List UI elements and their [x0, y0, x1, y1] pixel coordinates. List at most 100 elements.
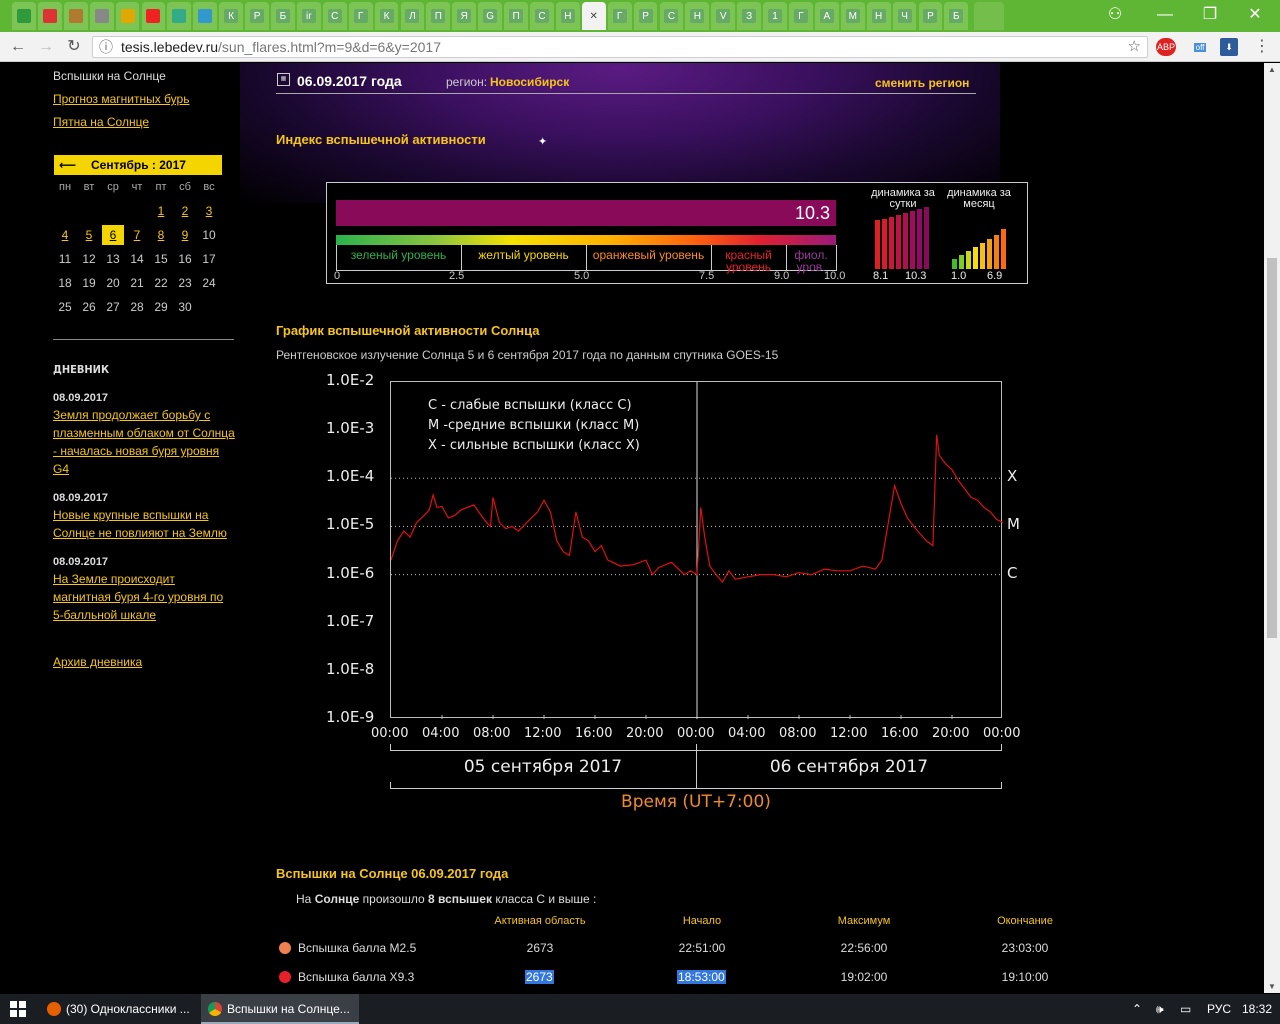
- calendar-day: 25: [58, 300, 72, 314]
- calendar-day: 12: [82, 252, 96, 266]
- scale-tick-label: 0: [334, 270, 341, 282]
- taskbar-item-label: (30) Одноклассники ...: [66, 1002, 190, 1016]
- browser-tab[interactable]: V: [711, 2, 736, 30]
- browser-tab[interactable]: [115, 2, 140, 30]
- flares-column-header: Окончание: [997, 915, 1053, 927]
- browser-tab[interactable]: Г: [348, 2, 373, 30]
- back-icon[interactable]: ←: [8, 37, 28, 57]
- calendar-day[interactable]: 3: [198, 201, 220, 221]
- new-tab-button[interactable]: [974, 2, 1005, 30]
- diary-link[interactable]: На Земле происходит магнитная буря 4-го …: [53, 570, 229, 624]
- calendar-day: 22: [154, 276, 168, 290]
- menu-icon[interactable]: ⋮: [1252, 37, 1272, 57]
- info-icon[interactable]: ⓘ: [99, 37, 113, 57]
- browser-tab[interactable]: Б: [944, 2, 969, 30]
- tab-favicon: П: [431, 9, 446, 23]
- browser-tab[interactable]: G: [478, 2, 503, 30]
- flares-title: Вспышки на Солнце 06.09.2017 года: [276, 866, 509, 881]
- prev-month-arrow-icon[interactable]: ⟵: [59, 155, 76, 175]
- browser-tab[interactable]: К: [219, 2, 244, 30]
- browser-tab[interactable]: [12, 2, 36, 30]
- flare-end: 23:03:00: [1001, 941, 1049, 955]
- close-window-button[interactable]: ✕: [1240, 4, 1270, 26]
- browser-tab[interactable]: [37, 2, 62, 30]
- calendar-day[interactable]: 4: [54, 225, 76, 245]
- browser-tab[interactable]: П: [504, 2, 528, 30]
- calendar-day[interactable]: 1: [150, 201, 172, 221]
- calendar-day[interactable]: 8: [150, 225, 172, 245]
- diary-link[interactable]: Земля продолжает борьбу с плазменным обл…: [53, 406, 238, 478]
- close-tab-icon[interactable]: ✕: [587, 9, 601, 23]
- browser-tab[interactable]: Ч: [892, 2, 917, 30]
- browser-tab[interactable]: Н: [866, 2, 891, 30]
- browser-tab[interactable]: Я: [452, 2, 477, 30]
- tab-favicon: 1: [768, 9, 783, 23]
- browser-tab[interactable]: 1: [763, 2, 787, 30]
- taskbar-item-chrome[interactable]: Вспышки на Солнце...: [201, 994, 359, 1024]
- scrollbar-thumb[interactable]: [1267, 258, 1277, 638]
- browser-tab[interactable]: [193, 2, 218, 30]
- network-icon[interactable]: ▭: [1180, 994, 1191, 1024]
- adblock-extension-icon[interactable]: ABP: [1156, 38, 1176, 56]
- sidebar-link-sunspots[interactable]: Пятна на Солнце: [53, 115, 149, 129]
- legend-item: C - слабые вспышки (класс C): [428, 398, 632, 413]
- reload-icon[interactable]: ↻: [64, 37, 84, 57]
- browser-tab[interactable]: ir: [296, 2, 321, 30]
- browser-tab[interactable]: Б: [271, 2, 295, 30]
- browser-tab[interactable]: С: [322, 2, 347, 30]
- forward-icon[interactable]: →: [36, 37, 56, 57]
- y-tick-label: 1.0E-7: [326, 611, 375, 630]
- browser-tab[interactable]: М: [840, 2, 865, 30]
- browser-tab[interactable]: Г: [789, 2, 813, 30]
- browser-tab[interactable]: К: [374, 2, 399, 30]
- browser-tab[interactable]: Н: [685, 2, 710, 30]
- browser-tab[interactable]: Г: [607, 2, 632, 30]
- diary-archive-link[interactable]: Архив дневника: [53, 655, 142, 669]
- region-value: Новосибирск: [490, 75, 570, 89]
- account-icon[interactable]: ⚇: [1100, 4, 1130, 26]
- url-input[interactable]: ⓘ tesis.lebedev.ru/sun_flares.html?m=9&d…: [92, 36, 1148, 58]
- scroll-up-arrow[interactable]: ▲: [1268, 65, 1276, 74]
- sidebar-link-magnetic-forecast[interactable]: Прогноз магнитных бурь: [53, 92, 189, 106]
- calendar-day[interactable]: 6: [102, 225, 124, 245]
- flare-region: 2673: [525, 970, 554, 984]
- browser-tab[interactable]: [141, 2, 166, 30]
- browser-tab[interactable]: Н: [555, 2, 580, 30]
- browser-tab[interactable]: П: [426, 2, 451, 30]
- browser-tab[interactable]: С: [530, 2, 554, 30]
- browser-tab[interactable]: [167, 2, 192, 30]
- restore-button[interactable]: ❐: [1195, 4, 1225, 26]
- page-scrollbar[interactable]: ▲ ▼: [1264, 63, 1280, 993]
- browser-tab[interactable]: А: [814, 2, 839, 30]
- dynamics-month-max: 6.9: [987, 270, 1003, 282]
- dynamics-bar: [896, 215, 901, 269]
- volume-icon[interactable]: 🕪: [1156, 994, 1164, 1024]
- bookmark-star-icon[interactable]: ☆: [1128, 37, 1141, 57]
- browser-tab[interactable]: Р: [918, 2, 943, 30]
- browser-tab[interactable]: Р: [633, 2, 658, 30]
- calendar-day[interactable]: 5: [78, 225, 100, 245]
- tab-favicon: Б: [275, 9, 290, 23]
- calendar-day[interactable]: 7: [126, 225, 148, 245]
- browser-tab[interactable]: З: [737, 2, 762, 30]
- browser-tab[interactable]: Л: [400, 2, 425, 30]
- browser-tab[interactable]: С: [659, 2, 684, 30]
- browser-tab[interactable]: Р: [245, 2, 269, 30]
- calendar-day[interactable]: 2: [174, 201, 196, 221]
- active-tab[interactable]: ✕: [581, 2, 606, 30]
- keyboard-language[interactable]: РУС: [1207, 994, 1231, 1024]
- taskbar-item-firefox[interactable]: (30) Одноклассники ...: [40, 994, 198, 1024]
- clock[interactable]: 18:32: [1242, 994, 1272, 1024]
- browser-tab[interactable]: [89, 2, 114, 30]
- windows-start-icon[interactable]: [10, 1001, 26, 1017]
- change-region-link[interactable]: сменить регион: [875, 76, 969, 90]
- scroll-down-arrow[interactable]: ▼: [1268, 982, 1276, 991]
- minimize-button[interactable]: —: [1150, 4, 1180, 26]
- download-extension-icon[interactable]: ⬇: [1220, 38, 1238, 56]
- tray-chevron-icon[interactable]: ⌃: [1132, 994, 1142, 1024]
- browser-tab[interactable]: [63, 2, 88, 30]
- index-bar: 10.3: [336, 200, 836, 226]
- diary-link[interactable]: Новые крупные вспышки на Солнце не повли…: [53, 506, 233, 542]
- drive-extension-icon[interactable]: off: [1188, 38, 1212, 56]
- calendar-day[interactable]: 9: [174, 225, 196, 245]
